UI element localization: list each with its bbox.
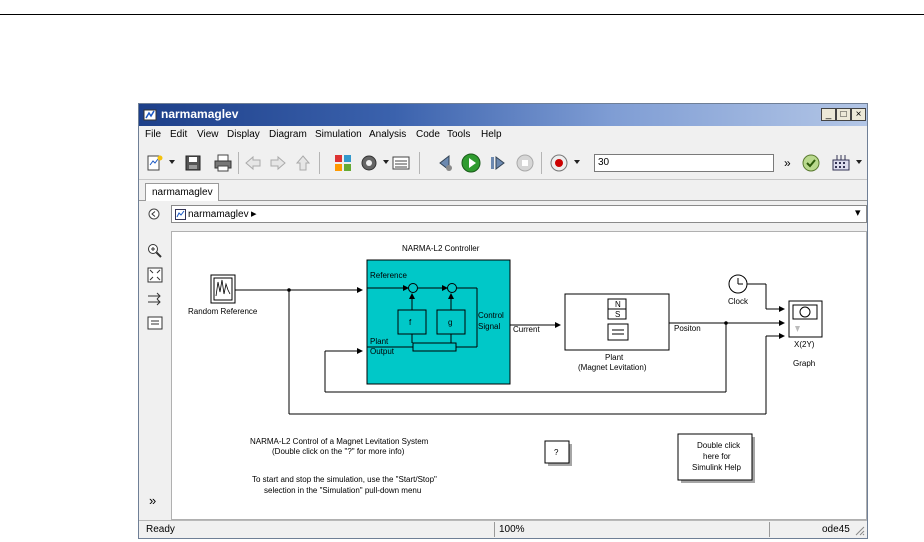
clock-block[interactable] — [728, 274, 748, 294]
arrows-icon[interactable] — [147, 291, 163, 307]
status-bar: Ready 100% ode45 — [139, 520, 867, 538]
status-state: Ready — [146, 524, 175, 535]
status-separator — [769, 522, 770, 537]
tool-palette: » — [139, 227, 171, 520]
breadcrumb-arrow-icon[interactable]: ▸ — [251, 207, 257, 220]
library-browser-icon[interactable] — [333, 153, 353, 173]
controller-reference-port: Reference — [370, 271, 407, 280]
menu-bar: File Edit View Display Diagram Simulatio… — [139, 127, 867, 145]
fit-to-view-icon[interactable] — [147, 267, 163, 283]
help-box-line-3: Simulink Help — [692, 463, 741, 472]
graph-label: Graph — [793, 359, 815, 368]
up-icon[interactable] — [293, 153, 313, 173]
toolbar: 30 » — [139, 146, 867, 180]
record-dropdown-icon[interactable] — [574, 160, 580, 164]
menu-view[interactable]: View — [197, 129, 219, 140]
save-icon[interactable] — [183, 153, 203, 173]
model-icon — [175, 209, 186, 220]
position-signal-label: Positon — [674, 324, 701, 333]
clock-label: Clock — [728, 297, 749, 306]
check-icon[interactable] — [801, 153, 821, 173]
breadcrumb-model[interactable]: narmamaglev — [188, 209, 249, 220]
info-question-mark: ? — [554, 448, 559, 457]
new-model-dropdown-icon[interactable] — [169, 160, 175, 164]
note-instructions-1: To start and stop the simulation, use th… — [252, 475, 437, 484]
note-title: NARMA-L2 Control of a Magnet Levitation … — [250, 437, 429, 446]
random-reference-block[interactable] — [210, 274, 236, 304]
close-button[interactable]: × — [851, 108, 866, 121]
block-diagram: Random Reference NARMA-L2 Controller Ref… — [188, 244, 823, 495]
menu-code[interactable]: Code — [416, 129, 440, 140]
note-subtitle: (Double click on the "?" for more info) — [272, 447, 405, 456]
record-icon[interactable] — [549, 153, 569, 173]
tab-strip: narmamaglev — [139, 181, 867, 201]
controller-output-port: Output — [370, 347, 395, 356]
help-box-line-1: Double click — [697, 441, 741, 450]
run-icon[interactable] — [461, 153, 481, 173]
menu-diagram[interactable]: Diagram — [269, 129, 307, 140]
back-icon[interactable] — [243, 153, 263, 173]
toolbar-separator — [238, 152, 239, 174]
model-canvas[interactable]: Random Reference NARMA-L2 Controller Ref… — [171, 231, 867, 520]
model-explorer-icon[interactable] — [391, 153, 411, 173]
menu-simulation[interactable]: Simulation — [315, 129, 362, 140]
status-solver: ode45 — [822, 524, 850, 535]
graph-title: X(2Y) — [794, 340, 815, 349]
info-question-block[interactable] — [544, 440, 572, 466]
current-signal-label: Current — [513, 325, 540, 334]
magnet-n-label: N — [615, 300, 621, 309]
controller-control-port: Control — [478, 311, 504, 320]
build-dropdown-icon[interactable] — [856, 160, 862, 164]
simulink-icon — [143, 109, 157, 121]
toolbar-separator — [319, 152, 320, 174]
step-back-icon[interactable] — [435, 153, 455, 173]
print-icon[interactable] — [213, 153, 233, 173]
title-bar[interactable]: narmamaglev _ □ × — [139, 104, 867, 126]
minimize-button[interactable]: _ — [821, 108, 836, 121]
annotation-icon[interactable] — [147, 315, 163, 331]
plant-label: Plant — [605, 353, 624, 362]
menu-display[interactable]: Display — [227, 129, 260, 140]
gear-icon[interactable] — [359, 153, 379, 173]
document-top-rule — [0, 14, 924, 15]
toolbar-separator — [419, 152, 420, 174]
window-title: narmamaglev — [161, 107, 239, 121]
help-box-line-2: here for — [703, 452, 731, 461]
note-instructions-2: selection in the "Simulation" pull-down … — [264, 486, 421, 495]
tab-narmamaglev[interactable]: narmamaglev — [145, 183, 219, 201]
zoom-icon[interactable] — [147, 243, 163, 259]
breadcrumb-dropdown-icon[interactable]: ▾ — [855, 206, 861, 219]
build-icon[interactable] — [831, 153, 851, 173]
menu-help[interactable]: Help — [481, 129, 502, 140]
forward-icon[interactable] — [268, 153, 288, 173]
new-model-icon[interactable] — [145, 153, 165, 173]
status-separator — [494, 522, 495, 537]
menu-analysis[interactable]: Analysis — [369, 129, 406, 140]
menu-edit[interactable]: Edit — [170, 129, 187, 140]
random-reference-label: Random Reference — [188, 307, 258, 316]
stop-time-input[interactable]: 30 — [594, 154, 774, 172]
controller-signal-port: Signal — [478, 322, 500, 331]
expand-palette-icon[interactable]: » — [149, 493, 156, 508]
menu-file[interactable]: File — [145, 129, 161, 140]
address-row: narmamaglev ▸ ▾ — [139, 202, 867, 226]
more-tools-button[interactable]: » — [784, 156, 791, 170]
resize-grip-icon[interactable] — [855, 526, 865, 536]
graph-block[interactable] — [788, 300, 823, 338]
plant-sublabel: (Magnet Levitation) — [578, 363, 647, 372]
maximize-button[interactable]: □ — [836, 108, 851, 121]
settings-dropdown-icon[interactable] — [383, 160, 389, 164]
magnet-s-label: S — [615, 310, 620, 319]
simulink-window: narmamaglev _ □ × File Edit View Display… — [138, 103, 868, 539]
hide-browser-icon[interactable] — [148, 208, 160, 220]
controller-title: NARMA-L2 Controller — [402, 244, 480, 253]
breadcrumb[interactable]: narmamaglev ▸ ▾ — [171, 205, 867, 223]
toolbar-separator — [541, 152, 542, 174]
stop-icon[interactable] — [515, 153, 535, 173]
status-zoom: 100% — [499, 524, 525, 535]
menu-tools[interactable]: Tools — [447, 129, 470, 140]
step-forward-icon[interactable] — [487, 153, 507, 173]
controller-plant-port: Plant — [370, 337, 389, 346]
g-block-label: g — [448, 318, 452, 327]
